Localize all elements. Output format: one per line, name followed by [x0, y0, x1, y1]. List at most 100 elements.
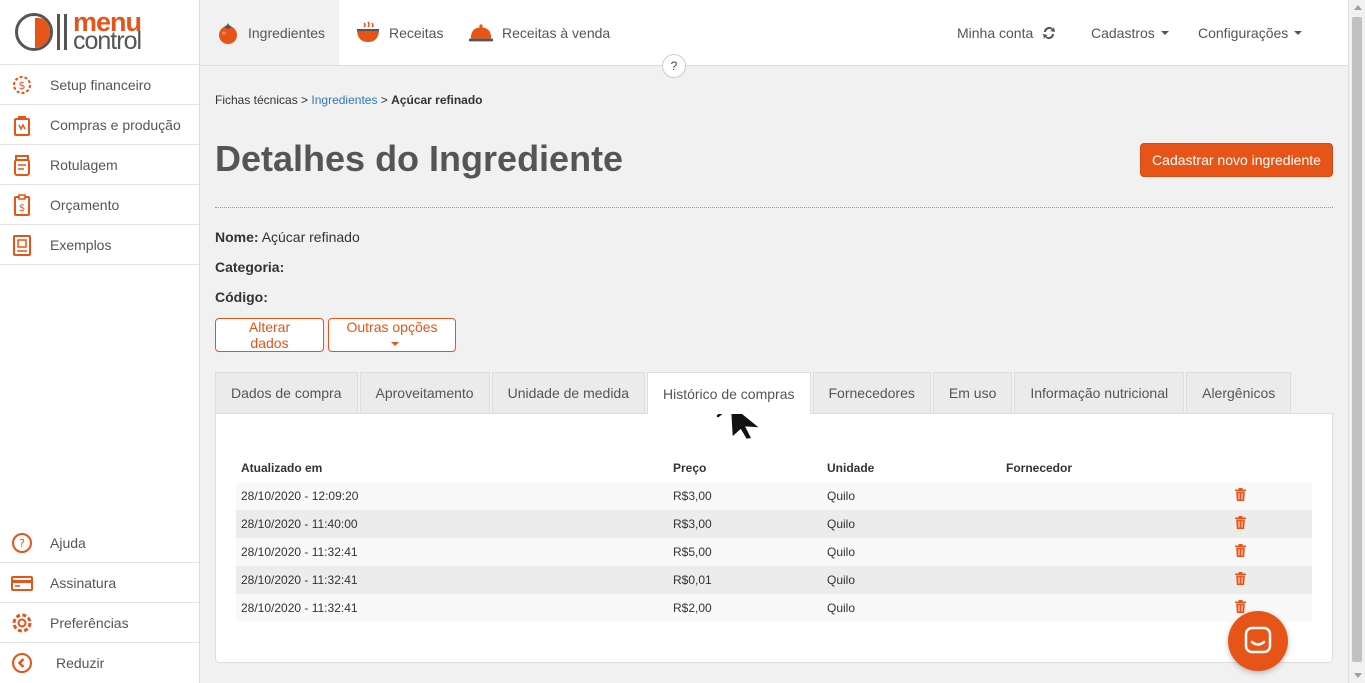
table-cell: [1001, 566, 1231, 594]
column-header: Atualizado em: [241, 461, 323, 475]
trash-icon[interactable]: [1235, 544, 1246, 557]
cadastros-dropdown[interactable]: Cadastros: [1091, 0, 1169, 65]
sidebar-item-orcamento[interactable]: $ Orçamento: [0, 185, 199, 225]
table-cell: Quilo: [822, 510, 1001, 538]
tab-dados-de-compra[interactable]: Dados de compra: [215, 372, 358, 413]
page-scrollbar[interactable]: [1348, 0, 1365, 683]
field-categoria: Categoria:: [215, 259, 284, 275]
cloche-icon: [468, 20, 494, 46]
plate-logo-icon: [15, 13, 53, 51]
jar-label-icon: [10, 153, 34, 177]
gear-icon: [10, 611, 34, 635]
outras-opcoes-dropdown[interactable]: Outras opções: [328, 318, 456, 352]
table-cell: [1001, 510, 1231, 538]
breadcrumb-separator: >: [301, 93, 309, 107]
sidebar-item-compras-producao[interactable]: Compras e produção: [0, 105, 199, 145]
table-cell: 28/10/2020 - 11:32:41: [236, 566, 668, 594]
tab-em-uso[interactable]: Em uso: [932, 372, 1013, 413]
caret-down-icon: [1160, 30, 1169, 35]
sidebar-item-assinatura[interactable]: Assinatura: [0, 563, 199, 603]
topnav-tab-ingredientes[interactable]: Ingredientes: [200, 0, 339, 65]
table-cell: [1001, 594, 1231, 622]
sidebar-item-reduzir[interactable]: Reduzir: [0, 643, 199, 683]
sidebar-item-preferencias[interactable]: Preferências: [0, 603, 199, 643]
sidebar-item-rotulagem[interactable]: Rotulagem: [0, 145, 199, 185]
cadastrar-novo-ingrediente-button[interactable]: Cadastrar novo ingrediente: [1140, 143, 1333, 177]
clipboard-dollar-icon: $: [10, 193, 34, 217]
page-title: Detalhes do Ingrediente: [215, 138, 624, 179]
topnav-tab-label: Receitas: [389, 24, 444, 41]
table-cell: R$3,00: [668, 482, 822, 510]
tab-informacao-nutricional[interactable]: Informação nutricional: [1014, 372, 1185, 413]
configuracoes-dropdown[interactable]: Configurações: [1198, 0, 1303, 65]
table-cell: 28/10/2020 - 11:40:00: [236, 510, 668, 538]
cutlery-logo-icon: [57, 14, 67, 50]
sidebar-item-label: Ajuda: [50, 534, 86, 551]
outras-opcoes-label: Outras opções: [346, 319, 438, 335]
topnav-tab-receitas[interactable]: Receitas: [339, 0, 459, 65]
breadcrumb-ingredientes-link[interactable]: Ingredientes: [311, 93, 377, 107]
cadastros-label: Cadastros: [1091, 24, 1155, 41]
table-row: 28/10/2020 - 11:32:41 R$2,00 Quilo: [236, 594, 1312, 622]
table-cell: R$2,00: [668, 594, 822, 622]
sidebar-item-label: Exemplos: [50, 236, 112, 253]
alterar-dados-button[interactable]: Alterar dados: [215, 318, 324, 352]
table-row: 28/10/2020 - 11:32:41 R$0,01 Quilo: [236, 566, 1312, 594]
table-cell: R$3,00: [668, 510, 822, 538]
topnav-tab-receitas-a-venda[interactable]: Receitas à venda: [452, 0, 626, 65]
tab-historico-de-compras[interactable]: Histórico de compras: [647, 372, 811, 414]
trash-icon[interactable]: [1235, 572, 1246, 585]
tab-aproveitamento[interactable]: Aproveitamento: [359, 372, 490, 413]
menu-control-logo[interactable]: menu control: [0, 0, 199, 64]
field-label: Categoria:: [215, 259, 285, 275]
ingredient-tabs: Dados de compra Aproveitamento Unidade d…: [215, 372, 1293, 414]
table-cell: 28/10/2020 - 11:32:41: [236, 538, 668, 566]
table-cell-actions: [1231, 510, 1312, 538]
table-row: 28/10/2020 - 11:40:00 R$3,00 Quilo: [236, 510, 1312, 538]
topnav-tab-label: Receitas à venda: [502, 24, 611, 41]
sidebar-item-label: Reduzir: [56, 655, 105, 671]
breadcrumb-current: Açúcar refinado: [391, 93, 483, 107]
scroll-down-arrow-icon[interactable]: [1354, 673, 1362, 678]
sidebar-item-ajuda[interactable]: ? Ajuda: [0, 523, 199, 563]
sidebar-item-label: Preferências: [50, 614, 129, 631]
shopping-bag-icon: [10, 113, 34, 137]
help-question-button[interactable]: ?: [662, 54, 686, 78]
tomato-icon: [216, 20, 240, 46]
table-cell: Quilo: [822, 594, 1001, 622]
trash-icon[interactable]: [1235, 600, 1246, 613]
book-image-icon: [10, 233, 34, 257]
sidebar-item-label: Orçamento: [50, 196, 120, 213]
field-codigo: Código:: [215, 289, 268, 305]
tab-unidade-de-medida[interactable]: Unidade de medida: [491, 372, 645, 413]
sidebar-item-label: Setup financeiro: [50, 76, 152, 93]
trash-icon[interactable]: [1235, 488, 1246, 501]
topnav-tab-label: Ingredientes: [248, 24, 326, 41]
caret-down-icon: [1294, 30, 1303, 35]
minha-conta-link[interactable]: Minha conta: [957, 0, 1057, 65]
table-cell-actions: [1231, 566, 1312, 594]
table-cell: R$5,00: [668, 538, 822, 566]
table-cell: Quilo: [822, 538, 1001, 566]
breadcrumb-root[interactable]: Fichas técnicas: [215, 93, 298, 107]
table-cell: Quilo: [822, 482, 1001, 510]
breadcrumb-separator: >: [380, 93, 388, 107]
chevron-left-circle-icon: [10, 651, 34, 675]
scroll-up-arrow-icon[interactable]: [1354, 5, 1362, 10]
column-header-actions: [1231, 454, 1312, 482]
scrollbar-thumb[interactable]: [1352, 17, 1362, 662]
trash-icon[interactable]: [1235, 516, 1246, 529]
field-nome: Nome: Açúcar refinado: [215, 229, 360, 245]
field-label: Código:: [215, 289, 268, 305]
sidebar-item-setup-financeiro[interactable]: $ Setup financeiro: [0, 65, 199, 105]
sidebar-item-exemplos[interactable]: Exemplos: [0, 225, 199, 265]
sync-icon: [1041, 25, 1057, 41]
svg-text:$: $: [19, 203, 25, 214]
steaming-pot-icon: [355, 20, 381, 46]
sidebar: menu control $ Setup financeiro Compras …: [0, 0, 200, 683]
chat-launcher-button[interactable]: [1228, 611, 1288, 671]
top-navbar: Ingredientes Receitas Receitas à venda M…: [200, 0, 1348, 66]
tab-alergenicos[interactable]: Alergênicos: [1186, 372, 1292, 413]
table-header-row: Atualizado em Preço Unidade Fornecedor: [236, 454, 1312, 482]
tab-fornecedores[interactable]: Fornecedores: [812, 372, 931, 413]
